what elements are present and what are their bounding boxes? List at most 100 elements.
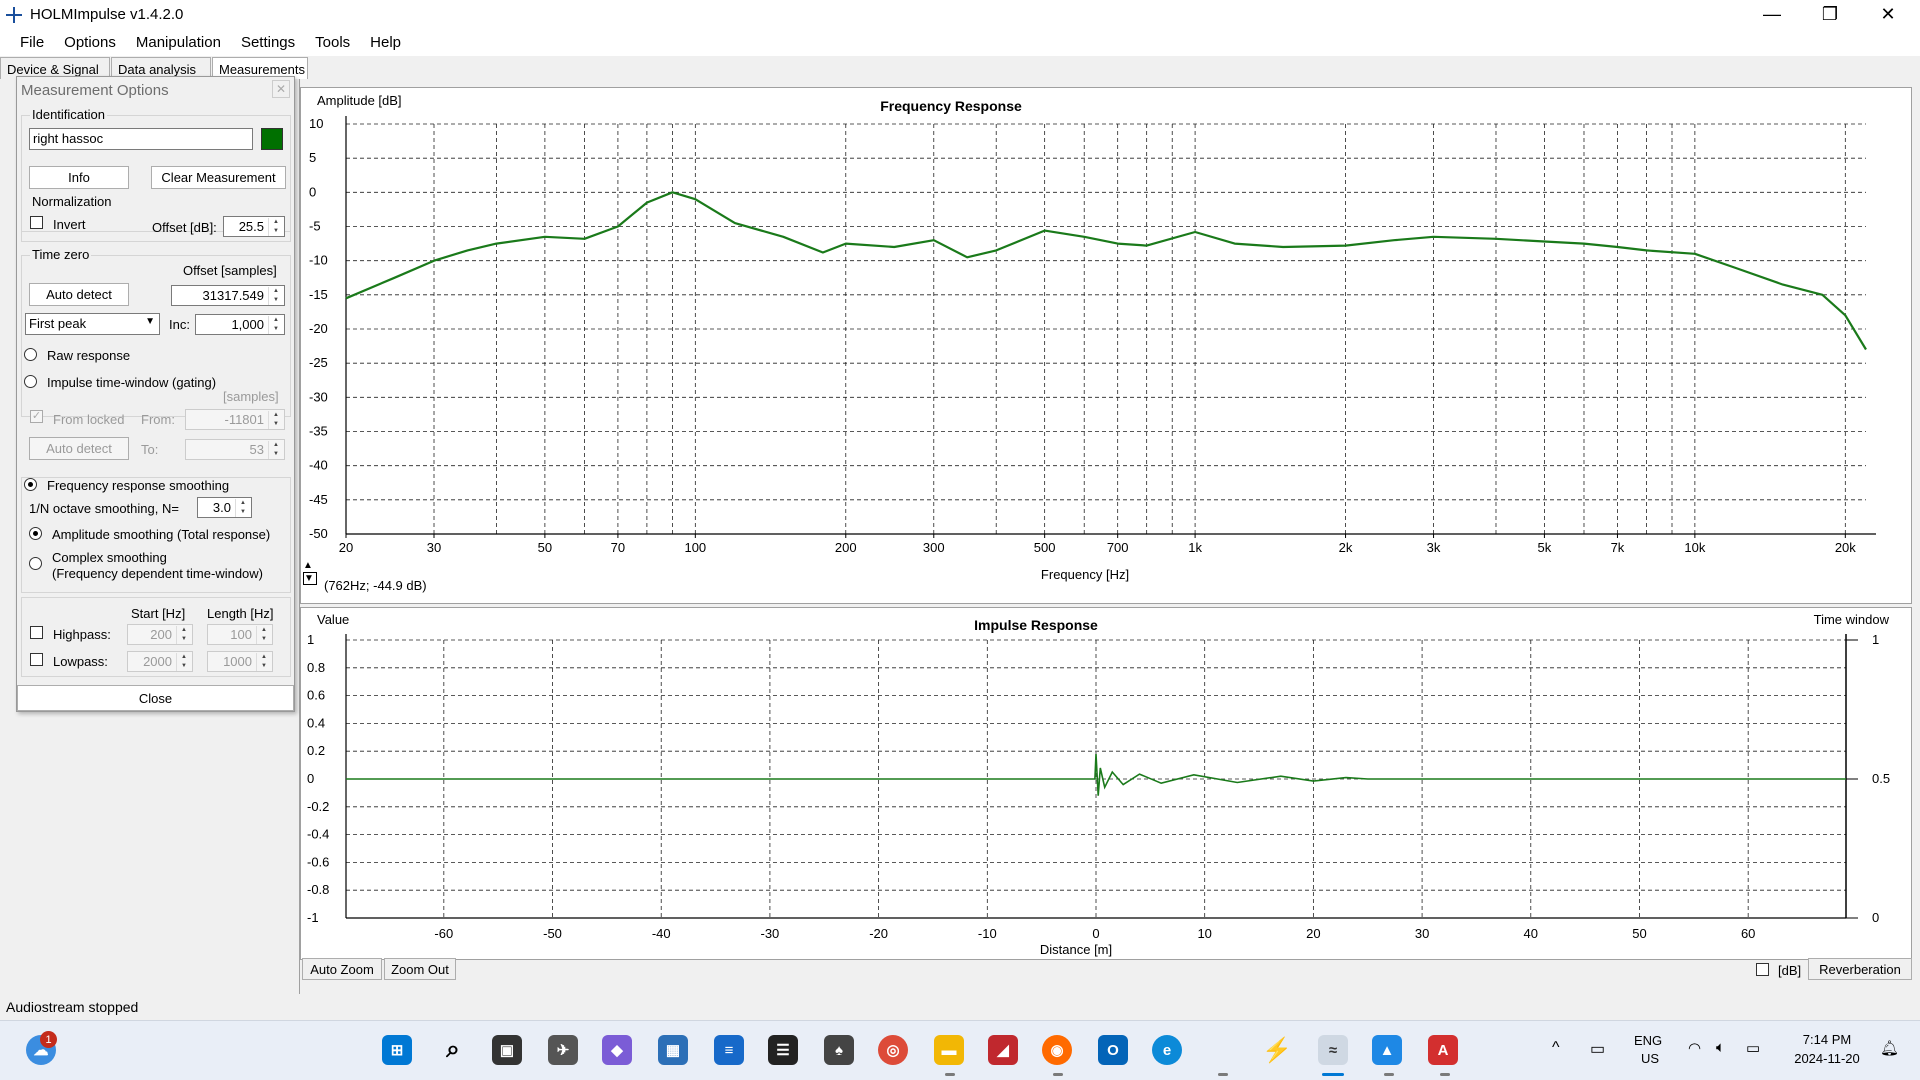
volume-muted-icon[interactable]: 🔈︎ — [1716, 1039, 1725, 1056]
notepad-icon[interactable]: ≡ — [714, 1035, 744, 1065]
gating-to-value: 53 — [249, 442, 264, 457]
time-zero-offset-input[interactable]: 31317.549 ▲ ▼ — [171, 285, 285, 306]
chrome-icon[interactable]: ◎ — [878, 1035, 908, 1065]
app-icon-2[interactable]: ♠ — [824, 1035, 854, 1065]
minimize-button[interactable]: — — [1743, 0, 1801, 29]
invert-checkbox[interactable] — [30, 216, 43, 229]
start-icon[interactable]: ⊞ — [382, 1035, 412, 1065]
cursor-down-icon[interactable]: ▼ — [303, 572, 317, 585]
photos-icon[interactable]: ▲ — [1372, 1035, 1402, 1065]
panel-close-icon[interactable]: ✕ — [272, 80, 290, 98]
x-tick-label: 100 — [684, 540, 706, 555]
gating-from-input[interactable]: -11801 ▲ ▼ — [185, 409, 285, 430]
impulse-response-chart[interactable]: Impulse Response Value Distance [m] Time wi… — [300, 607, 1912, 960]
lowpass-length-spinner[interactable]: ▲ ▼ — [256, 653, 271, 671]
y-tick-label: -45 — [309, 492, 328, 507]
holmimpulse-taskbar-icon[interactable]: ≈ — [1318, 1035, 1348, 1065]
inc-input[interactable]: 1,000 ▲ ▼ — [195, 314, 285, 335]
app-icon-4[interactable] — [1206, 1035, 1236, 1065]
task-view-icon[interactable]: ▣ — [492, 1035, 522, 1065]
frequency-smoothing-radio[interactable] — [24, 478, 37, 491]
search-icon[interactable]: ⌕ — [438, 1035, 468, 1065]
reverberation-button[interactable]: Reverberation — [1808, 958, 1912, 980]
info-button[interactable]: Info — [29, 166, 129, 189]
panel-close-button[interactable]: Close — [17, 685, 294, 711]
menu-file[interactable]: File — [10, 34, 54, 51]
x-tick-label: 5k — [1538, 540, 1552, 555]
clock-time[interactable]: 7:14 PM — [1786, 1032, 1868, 1047]
lowpass-start-spinner[interactable]: ▲ ▼ — [176, 653, 191, 671]
frequency-response-chart[interactable]: Frequency Response Amplitude [dB] Frequenc… — [300, 87, 1912, 604]
outlook-icon[interactable]: O — [1098, 1035, 1128, 1065]
app-icon-1[interactable]: ✈ — [548, 1035, 578, 1065]
db-checkbox[interactable] — [1756, 963, 1769, 976]
octave-smoothing-input[interactable]: 3.0 ▲ ▼ — [197, 497, 252, 518]
file-explorer-icon[interactable]: ▬ — [934, 1035, 964, 1065]
y-tick-label: -20 — [309, 321, 328, 336]
offset-db-input[interactable]: 25.5 ▲ ▼ — [223, 216, 285, 237]
gating-auto-detect-button[interactable]: Auto detect — [29, 437, 129, 460]
y-tick-label: -40 — [309, 458, 328, 473]
amplitude-smoothing-radio[interactable] — [29, 527, 42, 540]
copilot-icon[interactable]: ◆ — [602, 1035, 632, 1065]
calculator-icon[interactable]: ▦ — [658, 1035, 688, 1065]
restore-button[interactable]: ❐ — [1801, 0, 1859, 29]
complex-smoothing-label: Complex smoothing — [52, 550, 167, 565]
time-zero-mode-select[interactable]: First peak ▼ — [25, 313, 160, 335]
close-button[interactable]: ✕ — [1859, 0, 1917, 29]
cursor-stepper[interactable]: ▲ ▼ — [303, 560, 317, 596]
highpass-length-spinner[interactable]: ▲ ▼ — [256, 626, 271, 644]
zoom-out-button[interactable]: Zoom Out — [384, 958, 456, 980]
acrobat-icon[interactable]: A — [1428, 1035, 1458, 1065]
lowpass-length-input[interactable]: 1000 ▲ ▼ — [207, 651, 273, 672]
gating-radio[interactable] — [24, 375, 37, 388]
gating-from-spinner[interactable]: ▲ ▼ — [268, 411, 283, 429]
highpass-checkbox[interactable] — [30, 626, 43, 639]
lowpass-checkbox[interactable] — [30, 653, 43, 666]
cursor-up-icon[interactable]: ▲ — [303, 560, 317, 572]
app-icon-3[interactable]: ◢ — [988, 1035, 1018, 1065]
menu-settings[interactable]: Settings — [231, 34, 305, 51]
tray-chevron-icon[interactable]: ^ — [1552, 1039, 1560, 1057]
menu-options[interactable]: Options — [54, 34, 126, 51]
inc-spinner[interactable]: ▲ ▼ — [268, 316, 283, 334]
raw-response-radio[interactable] — [24, 348, 37, 361]
time-zero-offset-spinner[interactable]: ▲ ▼ — [268, 287, 283, 305]
clear-measurement-button[interactable]: Clear Measurement — [151, 166, 286, 189]
menu-manipulation[interactable]: Manipulation — [126, 34, 231, 51]
notifications-icon[interactable]: 🔔︎ — [1880, 1039, 1899, 1057]
edge-icon[interactable]: e — [1152, 1035, 1182, 1065]
menu-help[interactable]: Help — [360, 34, 411, 51]
lowpass-start-value: 2000 — [143, 654, 172, 669]
firefox-icon[interactable]: ◉ — [1042, 1035, 1072, 1065]
impulse-response-svg[interactable]: Impulse Response Value Distance [m] Time wi… — [301, 608, 1913, 961]
measurement-color-swatch[interactable] — [261, 128, 283, 150]
complex-smoothing-radio[interactable] — [29, 557, 42, 570]
octave-smoothing-spinner[interactable]: ▲ ▼ — [235, 499, 250, 517]
wifi-icon[interactable]: ◠ — [1688, 1039, 1701, 1057]
frequency-response-svg[interactable]: Frequency Response Amplitude [dB] Frequenc… — [301, 88, 1913, 605]
highpass-start-input[interactable]: 200 ▲ ▼ — [127, 624, 193, 645]
from-locked-checkbox[interactable]: ✓ — [30, 410, 43, 423]
task-manager-icon[interactable]: ☰ — [768, 1035, 798, 1065]
x-tick-label: -50 — [543, 926, 562, 941]
notification-badge: 1 — [40, 1031, 57, 1048]
gating-to-spinner[interactable]: ▲ ▼ — [268, 441, 283, 459]
battery-icon[interactable]: ▭ — [1746, 1039, 1760, 1057]
highpass-length-input[interactable]: 100 ▲ ▼ — [207, 624, 273, 645]
time-zero-auto-detect-button[interactable]: Auto detect — [29, 283, 129, 306]
gating-to-input[interactable]: 53 ▲ ▼ — [185, 439, 285, 460]
status-text: Audiostream stopped — [6, 999, 139, 1015]
lightning-icon[interactable]: ⚡ — [1262, 1035, 1292, 1065]
touch-keyboard-icon[interactable]: ▭ — [1590, 1039, 1605, 1059]
auto-zoom-button[interactable]: Auto Zoom — [302, 958, 382, 980]
lowpass-start-input[interactable]: 2000 ▲ ▼ — [127, 651, 193, 672]
highpass-start-spinner[interactable]: ▲ ▼ — [176, 626, 191, 644]
y-tick-label: -25 — [309, 355, 328, 370]
menu-tools[interactable]: Tools — [305, 34, 360, 51]
language-indicator[interactable]: ENG — [1634, 1033, 1662, 1048]
offset-db-value: 25.5 — [238, 219, 264, 234]
identification-input[interactable]: right hassoc — [29, 128, 253, 150]
active-indicator — [1322, 1073, 1344, 1076]
offset-db-spinner[interactable]: ▲ ▼ — [268, 218, 283, 236]
